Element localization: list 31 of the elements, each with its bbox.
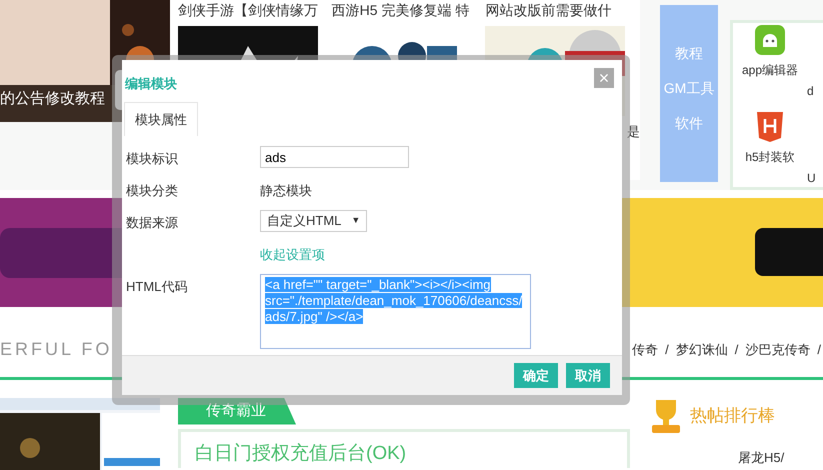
section-heading: ERFUL FO [0,338,112,361]
field-label: 模块标识 [126,150,179,168]
app-label[interactable]: h5封装软 [745,148,795,166]
article-title: 西游H5 完美修复端 特 [332,1,470,20]
breadcrumb-separator: / [665,340,669,359]
breadcrumb-separator: / [817,340,821,359]
article-title: 网站改版前需要做什 [485,1,612,20]
hot-posts-title: 热帖排行棒 [690,405,775,428]
dropdown[interactable]: 自定义HTML ▼ [260,210,368,232]
input-field[interactable]: ads [260,146,409,168]
field-label: 数据来源 [126,214,179,232]
breadcrumb-link[interactable]: 梦幻诛仙 [676,340,728,360]
article-title: 剑侠手游【剑侠情缘万 [178,1,319,20]
app-label[interactable]: app编辑器 [742,61,798,79]
post-title[interactable]: 屠龙H5/ [738,448,784,468]
dialog-title: 编辑模块 [125,75,177,93]
tab[interactable]: 模块属性 [124,102,198,136]
breadcrumb-link[interactable]: 沙巴克传奇 [745,340,810,360]
app-label[interactable]: U [807,169,816,187]
article-title: 是 [627,123,640,141]
breadcrumb-separator: / [734,340,738,359]
notice-caption: 的公告修改教程 [0,89,105,109]
field-label: HTML代码 [126,278,188,296]
field-value: 静态模块 [260,182,313,200]
section-ribbon: 传奇霸业 [178,398,296,424]
shield-icon[interactable] [757,112,783,142]
headline: 白日门授权充值后台(OK) [178,428,630,468]
app-label[interactable]: d [807,82,814,100]
breadcrumb-link[interactable]: 传奇 [632,340,658,360]
field-label: 模块分类 [126,182,179,200]
android-icon[interactable] [755,25,785,55]
